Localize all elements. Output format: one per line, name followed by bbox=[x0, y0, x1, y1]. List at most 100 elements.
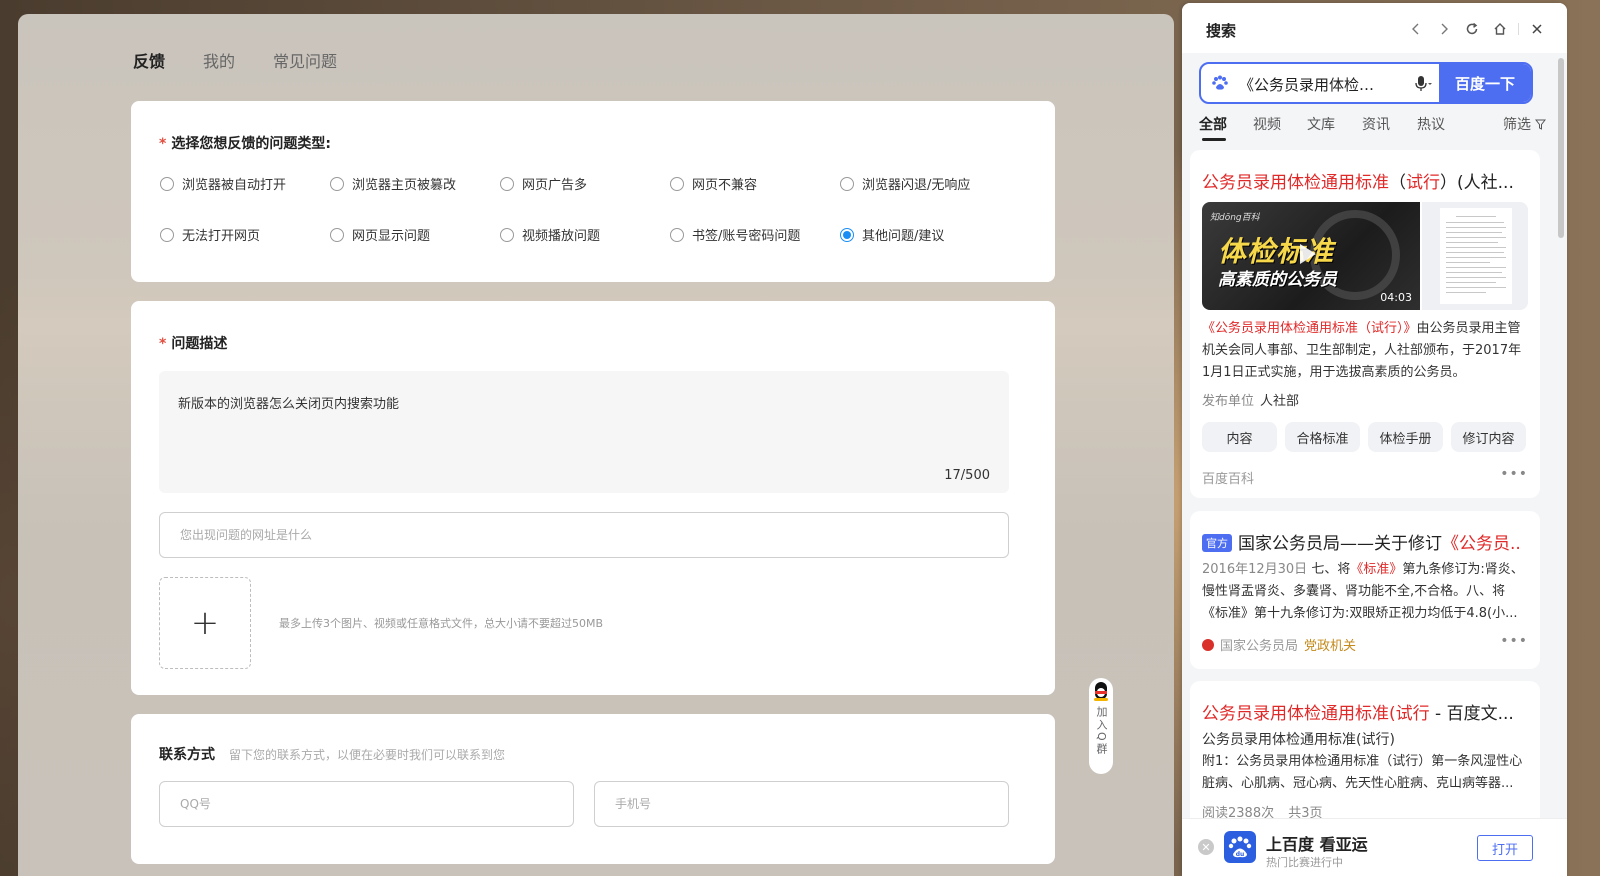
plus-icon: + bbox=[190, 603, 220, 643]
document-page-graphic bbox=[1440, 208, 1512, 304]
tab-video[interactable]: 视频 bbox=[1253, 114, 1281, 134]
description-value: 新版本的浏览器怎么关闭页内搜索功能 bbox=[178, 397, 400, 412]
join-qq-group-label: 加入Q群 bbox=[1095, 706, 1108, 756]
contact-label: 联系方式 bbox=[159, 747, 215, 763]
required-mark: * bbox=[159, 336, 167, 352]
close-icon[interactable] bbox=[1523, 17, 1551, 41]
banner-title: 上百度 看亚运 bbox=[1266, 835, 1368, 854]
filter-icon bbox=[1535, 119, 1546, 130]
video-caption-sub: 高素质的公务员 bbox=[1218, 270, 1337, 290]
tab-faq[interactable]: 常见问题 bbox=[273, 48, 337, 72]
contact-card: 联系方式 留下您的联系方式，以便在必要时我们可以联系到您 bbox=[131, 714, 1055, 864]
close-banner-icon[interactable]: ✕ bbox=[1198, 839, 1214, 855]
tab-feedback[interactable]: 反馈 bbox=[133, 48, 165, 72]
chip-handbook[interactable]: 体检手册 bbox=[1368, 422, 1443, 452]
video-brand: 知dōng百科 bbox=[1210, 213, 1260, 223]
tab-wenku[interactable]: 文库 bbox=[1307, 114, 1335, 134]
radio-button[interactable] bbox=[500, 227, 514, 242]
radio-button[interactable] bbox=[670, 176, 684, 191]
radio-video-issue[interactable]: 视频播放问题 bbox=[500, 225, 600, 244]
source-tag: 党政机关 bbox=[1304, 639, 1357, 654]
search-query[interactable]: 《公务员录用体检… bbox=[1239, 74, 1374, 95]
back-icon[interactable] bbox=[1402, 17, 1430, 41]
url-input[interactable] bbox=[159, 512, 1009, 558]
join-qq-group-button[interactable]: 加入Q群 bbox=[1089, 678, 1113, 774]
phone-input[interactable] bbox=[594, 781, 1009, 827]
result-description: 《公务员录用体检通用标准（试行）》由公务员录用主管机关会同人事部、卫生部制定，人… bbox=[1202, 321, 1522, 380]
panel-title: 搜索 bbox=[1206, 22, 1237, 40]
open-app-button[interactable]: 打开 bbox=[1477, 835, 1533, 861]
result-title[interactable]: 官方 国家公务员局——关于修订《公务员... bbox=[1202, 529, 1522, 554]
qq-input[interactable] bbox=[159, 781, 574, 827]
chip-content[interactable]: 内容 bbox=[1202, 422, 1277, 452]
radio-other-selected[interactable]: 其他问题/建议 bbox=[840, 225, 944, 244]
result-card-official[interactable]: 官方 国家公务员局——关于修订《公务员... 2016年12月30日 七、将《标准… bbox=[1190, 511, 1540, 669]
panel-toolbar bbox=[1402, 17, 1551, 41]
video-duration: 04:03 bbox=[1380, 291, 1412, 304]
banner-subtitle: 热门比赛进行中 bbox=[1266, 856, 1343, 869]
more-options-icon[interactable]: ••• bbox=[1500, 466, 1528, 482]
result-title[interactable]: 公务员录用体检通用标准(试行 - 百度文... bbox=[1202, 699, 1522, 724]
result-meta: 发布单位 人社部 bbox=[1202, 394, 1300, 409]
search-box[interactable]: 《公务员录用体检… 百度一下 bbox=[1199, 62, 1533, 104]
qq-penguin-icon bbox=[1092, 682, 1110, 702]
video-thumbnail[interactable]: 知dōng百科 体检标准 高素质的公务员 04:03 bbox=[1202, 202, 1420, 310]
tab-discussion[interactable]: 热议 bbox=[1417, 114, 1445, 134]
promo-banner: ✕ du 上百度 看亚运 热门比赛进行中 打开 bbox=[1182, 818, 1567, 876]
tab-all[interactable]: 全部 bbox=[1199, 114, 1227, 141]
char-count: 17/500 bbox=[944, 468, 990, 483]
tab-mine[interactable]: 我的 bbox=[203, 48, 235, 72]
description-textarea[interactable]: 新版本的浏览器怎么关闭页内搜索功能 17/500 bbox=[159, 371, 1009, 493]
radio-button[interactable] bbox=[330, 176, 344, 191]
result-card-baike[interactable]: 公务员录用体检通用标准（试行）(人社... 知dōng百科 体检标准 高素质的公… bbox=[1190, 150, 1540, 498]
document-thumbnail[interactable] bbox=[1422, 202, 1528, 310]
radio-button[interactable] bbox=[160, 176, 174, 191]
result-subtitle: 公务员录用体检通用标准(试行) bbox=[1202, 732, 1395, 748]
more-options-icon[interactable]: ••• bbox=[1500, 633, 1528, 649]
description-label: * 问题描述 bbox=[159, 336, 228, 352]
radio-crash[interactable]: 浏览器闪退/无响应 bbox=[840, 174, 970, 193]
result-title[interactable]: 公务员录用体检通用标准（试行）(人社... bbox=[1202, 168, 1522, 193]
radio-too-many-ads[interactable]: 网页广告多 bbox=[500, 174, 587, 193]
official-badge: 官方 bbox=[1202, 534, 1232, 552]
radio-button[interactable] bbox=[330, 227, 344, 242]
tab-news[interactable]: 资讯 bbox=[1362, 114, 1390, 134]
radio-incompatible[interactable]: 网页不兼容 bbox=[670, 174, 757, 193]
radio-button[interactable] bbox=[840, 176, 854, 191]
required-mark: * bbox=[159, 136, 167, 152]
radio-button-checked[interactable] bbox=[840, 227, 854, 242]
search-button[interactable]: 百度一下 bbox=[1439, 64, 1531, 102]
forward-icon[interactable] bbox=[1430, 17, 1458, 41]
radio-cannot-open[interactable]: 无法打开网页 bbox=[160, 225, 260, 244]
feedback-tabs: 反馈 我的 常见问题 bbox=[133, 48, 337, 72]
chip-revision[interactable]: 修订内容 bbox=[1451, 422, 1526, 452]
home-icon[interactable] bbox=[1486, 17, 1514, 41]
filter-button[interactable]: 筛选 bbox=[1503, 114, 1546, 134]
svg-text:du: du bbox=[1236, 851, 1245, 858]
radio-homepage-hijacked[interactable]: 浏览器主页被篡改 bbox=[330, 174, 456, 193]
upload-button[interactable]: + bbox=[159, 577, 251, 669]
refresh-icon[interactable] bbox=[1458, 17, 1486, 41]
radio-button[interactable] bbox=[160, 227, 174, 242]
chip-qualification[interactable]: 合格标准 bbox=[1285, 422, 1360, 452]
microphone-icon[interactable] bbox=[1413, 74, 1433, 94]
radio-auto-open[interactable]: 浏览器被自动打开 bbox=[160, 174, 286, 193]
result-description: 2016年12月30日 七、将《标准》第九条修订为:肾炎、慢性肾盂肾炎、多囊肾、… bbox=[1202, 562, 1524, 621]
upload-hint: 最多上传3个图片、视频或任意格式文件，总大小请不要超过50MB bbox=[279, 617, 604, 630]
radio-button[interactable] bbox=[670, 227, 684, 242]
search-results-list: 公务员录用体检通用标准（试行）(人社... 知dōng百科 体检标准 高素质的公… bbox=[1182, 148, 1567, 876]
feedback-window: 反馈 我的 常见问题 * 选择您想反馈的问题类型: 浏览器被自动打开 浏览器主页被… bbox=[18, 14, 1174, 876]
issue-type-card: * 选择您想反馈的问题类型: 浏览器被自动打开 浏览器主页被篡改 网页广告多 网页… bbox=[131, 101, 1055, 282]
search-panel-header: 搜索 bbox=[1182, 3, 1567, 53]
issue-type-label: * 选择您想反馈的问题类型: bbox=[159, 136, 331, 152]
result-source[interactable]: 百度百科 bbox=[1202, 468, 1254, 487]
baidu-app-logo-icon: du bbox=[1224, 831, 1256, 863]
result-description: 附1：公务员录用体检通用标准（试行）第一条风湿性心脏病、心肌病、冠心病、先天性心… bbox=[1202, 754, 1523, 791]
radio-button[interactable] bbox=[500, 176, 514, 191]
result-source[interactable]: 国家公务员局 党政机关 bbox=[1202, 635, 1356, 654]
contact-sub: 留下您的联系方式，以便在必要时我们可以联系到您 bbox=[229, 748, 506, 762]
play-icon[interactable] bbox=[1300, 244, 1316, 264]
radio-display-issue[interactable]: 网页显示问题 bbox=[330, 225, 430, 244]
radio-bookmark-issue[interactable]: 书签/账号密码问题 bbox=[670, 225, 800, 244]
baidu-paw-icon bbox=[1212, 75, 1228, 90]
